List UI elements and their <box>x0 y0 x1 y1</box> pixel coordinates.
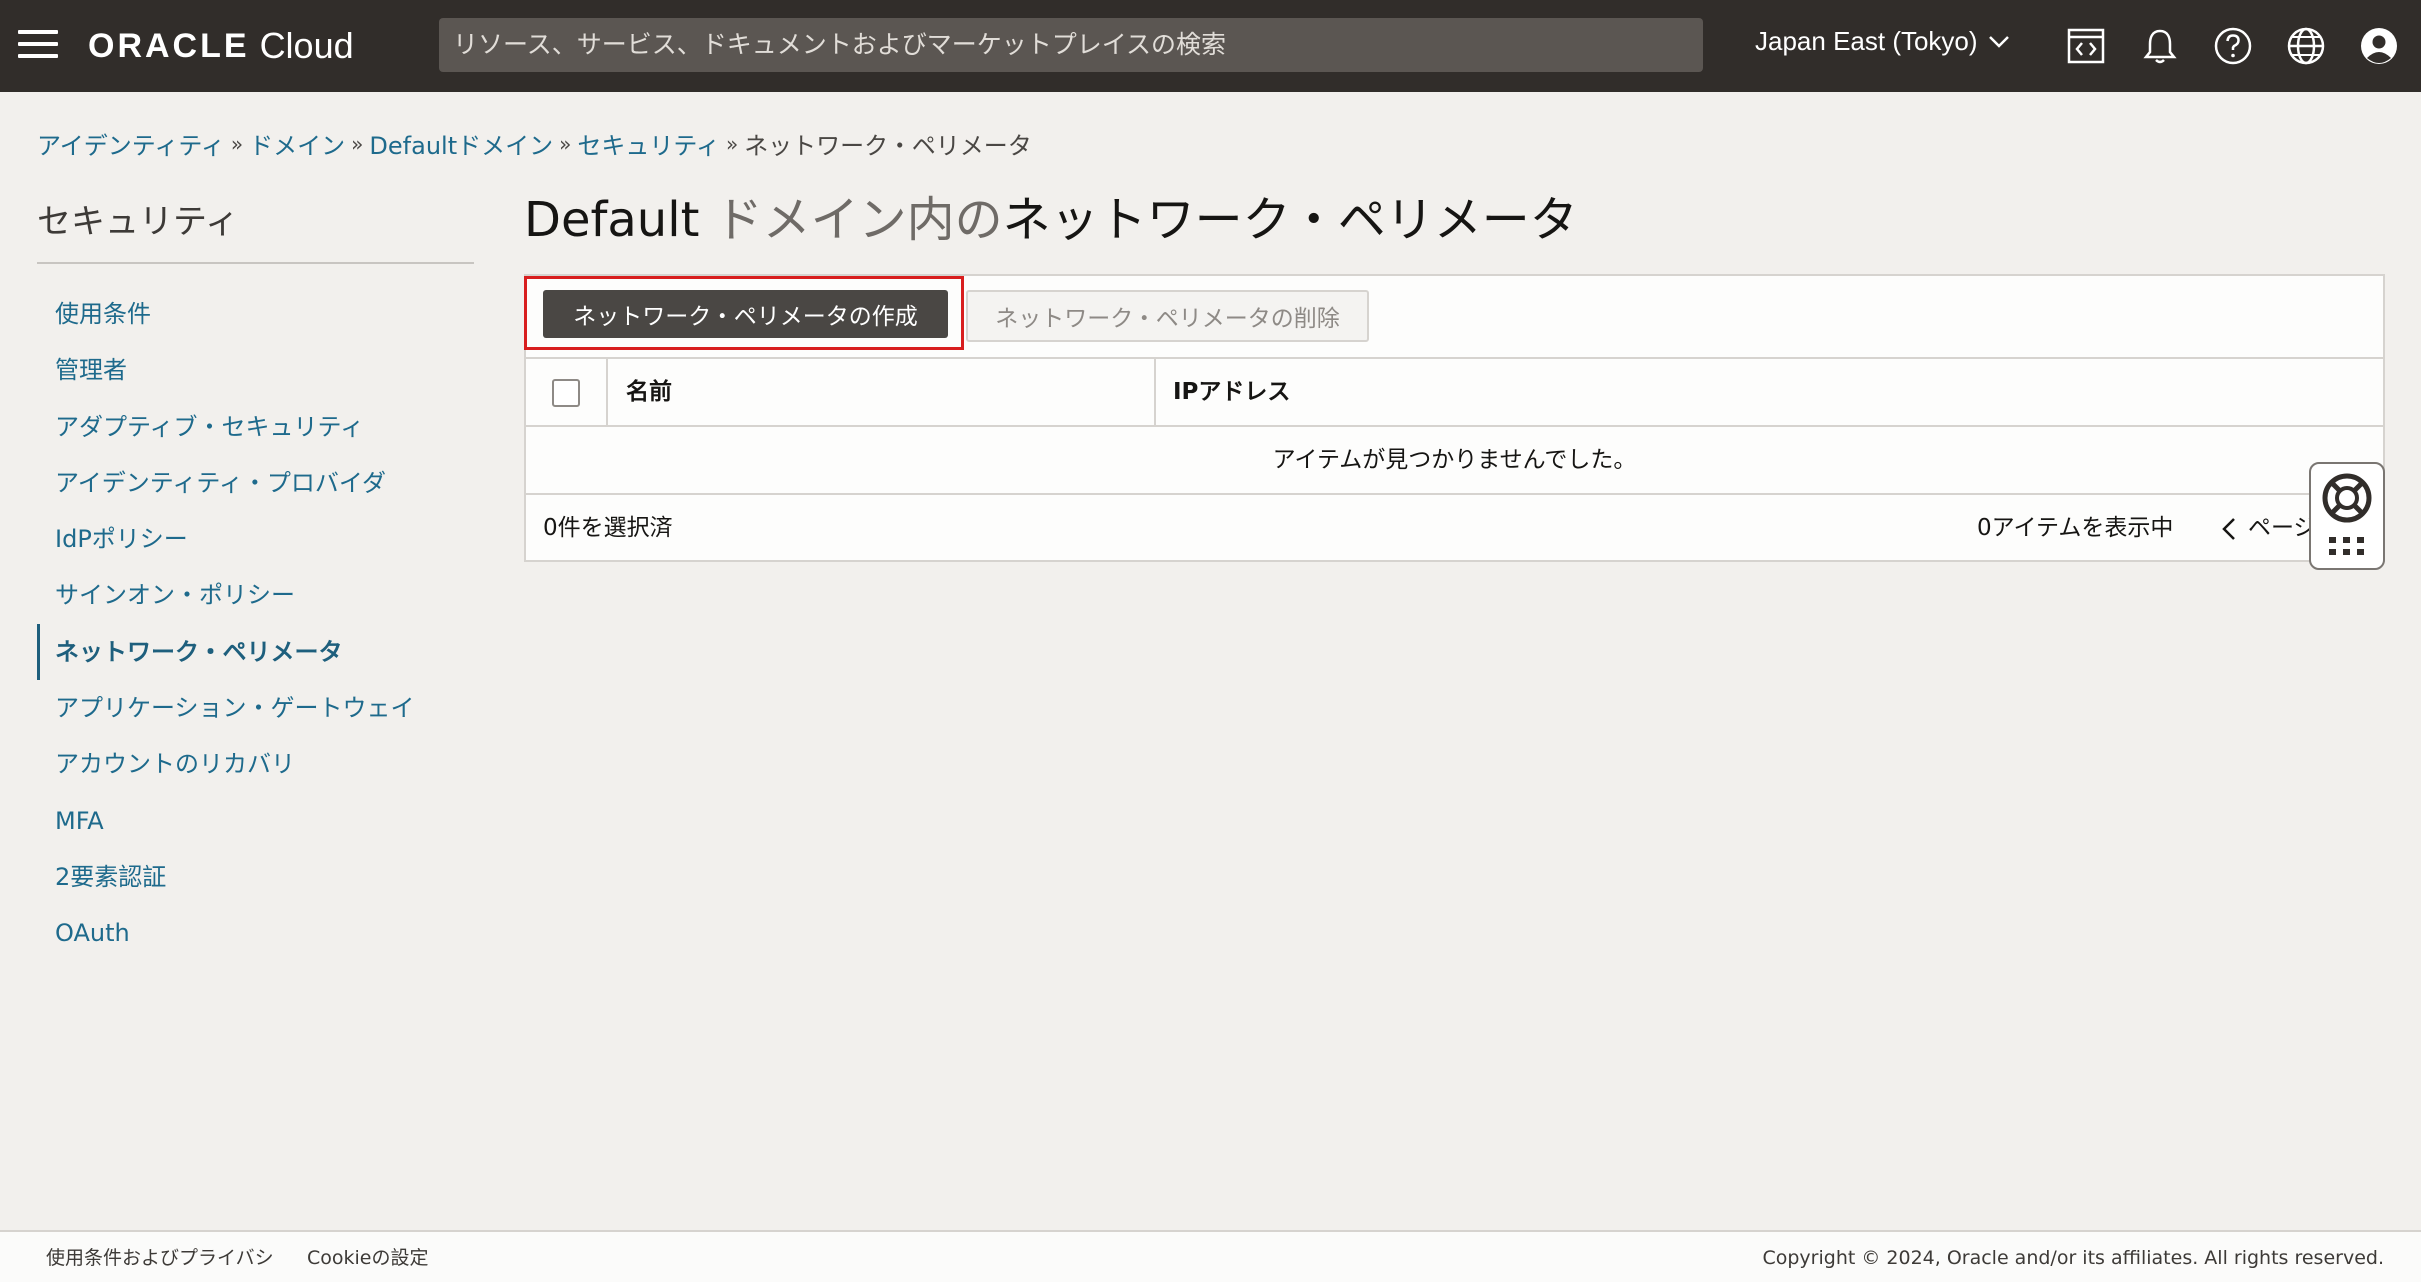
sidebar-item-oauth[interactable]: OAuth <box>37 905 477 961</box>
menu-icon[interactable] <box>18 30 58 62</box>
create-network-perimeter-button[interactable]: ネットワーク・ペリメータの作成 <box>543 290 948 338</box>
chevron-left-icon[interactable] <box>2219 517 2239 541</box>
sidebar-item-2fa[interactable]: 2要素認証 <box>37 849 477 905</box>
brand-word: ORACLE <box>88 26 250 65</box>
bell-icon[interactable] <box>2138 24 2182 68</box>
sidebar-item-idp-policies[interactable]: IdPポリシー <box>37 511 477 567</box>
cookie-settings-link[interactable]: Cookieの設定 <box>307 1232 429 1282</box>
sidebar-item-app-gateways[interactable]: アプリケーション・ゲートウェイ <box>37 680 477 736</box>
search-input[interactable] <box>439 18 1703 72</box>
region-selector[interactable]: Japan East (Tokyo) <box>1755 26 2010 57</box>
breadcrumb-separator: » <box>559 131 572 156</box>
select-all-cell <box>526 359 608 425</box>
breadcrumb: アイデンティティ » ドメイン » Defaultドメイン » セキュリティ »… <box>37 126 1032 161</box>
table-header: 名前 IPアドレス <box>526 359 2383 427</box>
breadcrumb-identity[interactable]: アイデンティティ <box>37 126 225 161</box>
items-showing: 0アイテムを表示中 <box>1977 515 2174 541</box>
sidebar-item-terms[interactable]: 使用条件 <box>37 286 477 342</box>
breadcrumb-current: ネットワーク・ペリメータ <box>744 132 1032 160</box>
help-widget[interactable] <box>2309 462 2385 570</box>
sidebar-item-adaptive-security[interactable]: アダプティブ・セキュリティ <box>37 399 477 455</box>
sidebar-item-administrators[interactable]: 管理者 <box>37 342 477 398</box>
selected-count: 0件を選択済 <box>543 515 673 541</box>
table-footer: 0件を選択済 0アイテムを表示中 ページ <box>526 495 2383 562</box>
region-label: Japan East (Tokyo) <box>1755 26 1978 56</box>
sidebar-item-network-perimeters[interactable]: ネットワーク・ペリメータ <box>37 623 477 681</box>
delete-network-perimeter-button: ネットワーク・ペリメータの削除 <box>966 290 1369 342</box>
select-all-checkbox[interactable] <box>552 379 580 407</box>
sidebar-nav: 使用条件 管理者 アダプティブ・セキュリティ アイデンティティ・プロバイダ Id… <box>37 286 477 962</box>
table-toolbar: ネットワーク・ペリメータの作成 ネットワーク・ペリメータの削除 <box>524 276 2383 359</box>
globe-icon[interactable] <box>2284 24 2328 68</box>
breadcrumb-separator: » <box>351 131 364 156</box>
page-title: Default ドメイン内のネットワーク・ペリメータ <box>524 180 1578 250</box>
lifebuoy-icon <box>2322 473 2372 555</box>
help-icon[interactable] <box>2211 24 2255 68</box>
page-footer: 使用条件およびプライバシ Cookieの設定 Copyright © 2024,… <box>0 1230 2421 1282</box>
brand-product: Cloud <box>259 25 354 66</box>
page-title-domain: Default <box>524 192 700 248</box>
sidebar-item-mfa[interactable]: MFA <box>37 793 477 849</box>
column-header-ip-address[interactable]: IPアドレス <box>1173 359 1290 425</box>
breadcrumb-separator: » <box>725 131 739 156</box>
empty-table-message: アイテムが見つかりませんでした。 <box>526 427 2383 495</box>
column-divider <box>1154 359 1156 425</box>
terms-privacy-link[interactable]: 使用条件およびプライバシ <box>46 1232 274 1282</box>
chevron-down-icon <box>1988 35 2009 48</box>
sidebar-item-identity-providers[interactable]: アイデンティティ・プロバイダ <box>37 455 477 511</box>
breadcrumb-separator: » <box>230 131 244 156</box>
code-editor-icon[interactable] <box>2064 24 2108 68</box>
sidebar-item-account-recovery[interactable]: アカウントのリカバリ <box>37 736 477 792</box>
sidebar-title: セキュリティ <box>37 202 239 242</box>
breadcrumb-security[interactable]: セキュリティ <box>577 126 720 161</box>
copyright-text: Copyright © 2024, Oracle and/or its affi… <box>1762 1247 2384 1269</box>
network-perimeters-table-panel: ネットワーク・ペリメータの作成 ネットワーク・ペリメータの削除 名前 IPアドレ… <box>524 274 2385 562</box>
page-title-resource: ネットワーク・ペリメータ <box>1002 192 1578 248</box>
top-nav-bar: ORACLE Cloud Japan East (Tokyo) <box>0 0 2421 92</box>
breadcrumb-default-domain[interactable]: Defaultドメイン <box>369 126 553 161</box>
breadcrumb-domains[interactable]: ドメイン <box>249 126 345 161</box>
oracle-cloud-logo[interactable]: ORACLE Cloud <box>88 22 354 70</box>
page-title-middle: ドメイン内の <box>699 192 1003 248</box>
column-header-name[interactable]: 名前 <box>626 359 672 425</box>
sidebar-divider <box>37 262 474 264</box>
user-icon[interactable] <box>2357 24 2401 68</box>
sidebar-item-sign-on-policies[interactable]: サインオン・ポリシー <box>37 567 477 623</box>
